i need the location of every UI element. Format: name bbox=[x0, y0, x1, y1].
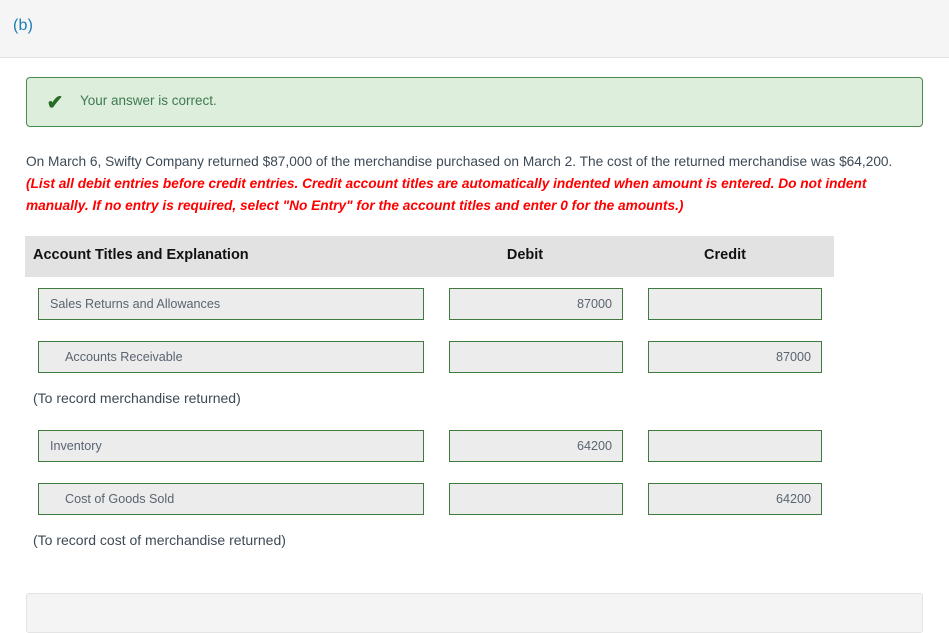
debit-amount-input[interactable]: 64200 bbox=[449, 430, 623, 462]
credit-amount-input[interactable] bbox=[648, 430, 822, 462]
table-header-row: Account Titles and Explanation Debit Cre… bbox=[25, 236, 834, 277]
column-header-account: Account Titles and Explanation bbox=[33, 247, 249, 263]
table-row: Cost of Goods Sold 64200 bbox=[25, 472, 834, 525]
entry-caption-2: (To record cost of merchandise returned) bbox=[33, 532, 286, 548]
entry-caption-1: (To record merchandise returned) bbox=[33, 390, 241, 406]
credit-amount-input[interactable]: 87000 bbox=[648, 341, 822, 373]
account-title-input[interactable]: Sales Returns and Allowances bbox=[38, 288, 424, 320]
bottom-panel bbox=[26, 593, 923, 633]
column-header-debit: Debit bbox=[506, 247, 544, 263]
narrative-plain: On March 6, Swifty Company returned $87,… bbox=[26, 154, 893, 169]
credit-amount-input[interactable]: 64200 bbox=[648, 483, 822, 515]
debit-amount-input[interactable] bbox=[449, 483, 623, 515]
debit-amount-input[interactable]: 87000 bbox=[449, 288, 623, 320]
debit-amount-input[interactable] bbox=[449, 341, 623, 373]
journal-entry-table: Account Titles and Explanation Debit Cre… bbox=[25, 236, 834, 561]
alert-message: Your answer is correct. bbox=[80, 93, 217, 108]
table-row: Inventory 64200 bbox=[25, 419, 834, 472]
check-icon: ✔ bbox=[46, 92, 64, 114]
table-row: Accounts Receivable 87000 bbox=[25, 330, 834, 383]
account-title-input[interactable]: Inventory bbox=[38, 430, 424, 462]
narrative-emphasis: (List all debit entries before credit en… bbox=[26, 176, 867, 213]
question-narrative: On March 6, Swifty Company returned $87,… bbox=[26, 151, 924, 217]
account-title-input[interactable]: Cost of Goods Sold bbox=[38, 483, 424, 515]
part-label: (b) bbox=[13, 17, 34, 34]
account-title-input[interactable]: Accounts Receivable bbox=[38, 341, 424, 373]
top-band: (b) bbox=[0, 0, 949, 58]
table-row: Sales Returns and Allowances 87000 bbox=[25, 277, 834, 330]
answer-correct-alert: ✔ Your answer is correct. bbox=[26, 77, 923, 127]
column-header-credit: Credit bbox=[704, 247, 746, 263]
credit-amount-input[interactable] bbox=[648, 288, 822, 320]
